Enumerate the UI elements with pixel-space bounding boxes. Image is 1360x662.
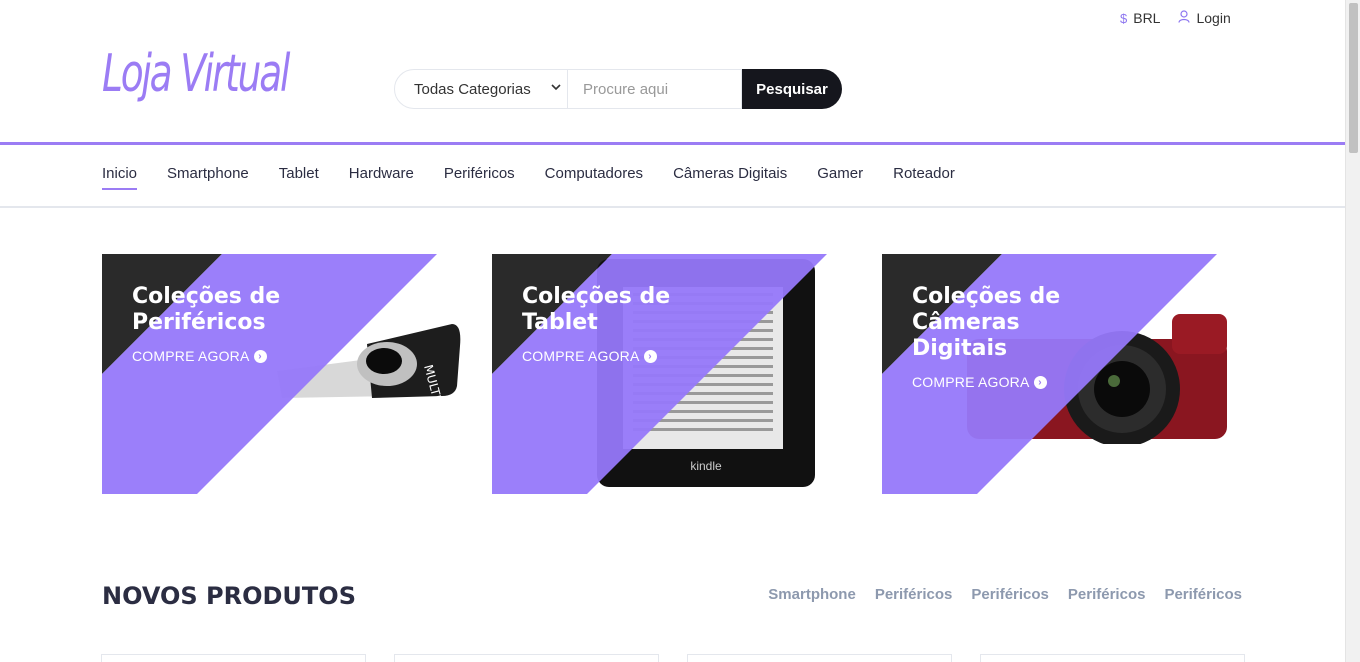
product-card[interactable] bbox=[687, 654, 952, 662]
main-navigation: Inicio Smartphone Tablet Hardware Perifé… bbox=[0, 145, 1345, 208]
new-products-tabs: Smartphone Periféricos Periféricos Perif… bbox=[768, 586, 1242, 603]
nav-item-inicio[interactable]: Inicio bbox=[102, 165, 138, 190]
collection-card-tablet[interactable]: kindle Coleções de Tablet COMPRE AGORA › bbox=[492, 254, 854, 494]
arrow-circle-right-icon: › bbox=[1033, 375, 1047, 389]
collection-card-perifericos[interactable]: MULTILASER Coleções de Periféricos COMPR… bbox=[102, 254, 464, 494]
product-card[interactable] bbox=[394, 654, 659, 662]
category-select[interactable]: Todas Categorias bbox=[394, 69, 568, 109]
tab-perifericos[interactable]: Periféricos bbox=[1068, 586, 1146, 603]
scrollbar-thumb[interactable] bbox=[1349, 3, 1358, 153]
search-bar: Todas Categorias Procure aqui Pesquisar bbox=[394, 69, 842, 109]
collection-title: Coleções de Periféricos bbox=[132, 284, 281, 335]
currency-label: BRL bbox=[1133, 10, 1161, 26]
tab-perifericos[interactable]: Periféricos bbox=[971, 586, 1049, 603]
search-button[interactable]: Pesquisar bbox=[742, 69, 842, 109]
tab-smartphone[interactable]: Smartphone bbox=[768, 586, 856, 603]
tab-perifericos[interactable]: Periféricos bbox=[875, 586, 953, 603]
chevron-down-icon bbox=[551, 82, 561, 95]
nav-item-tablet[interactable]: Tablet bbox=[279, 165, 319, 188]
dollar-icon: $ bbox=[1120, 10, 1128, 26]
user-icon bbox=[1178, 10, 1191, 26]
shop-now-link[interactable]: COMPRE AGORA › bbox=[132, 348, 267, 364]
arrow-circle-right-icon: › bbox=[643, 349, 657, 363]
nav-item-smartphone[interactable]: Smartphone bbox=[167, 165, 249, 188]
arrow-circle-right-icon: › bbox=[253, 349, 267, 363]
shop-now-link[interactable]: COMPRE AGORA › bbox=[522, 348, 657, 364]
top-bar: $ BRL Login bbox=[1120, 10, 1231, 26]
new-products-title: NOVOS PRODUTOS bbox=[102, 582, 356, 610]
product-card[interactable] bbox=[980, 654, 1245, 662]
nav-item-hardware[interactable]: Hardware bbox=[349, 165, 414, 188]
collection-title: Coleções de Tablet bbox=[522, 284, 671, 335]
nav-item-computadores[interactable]: Computadores bbox=[545, 165, 643, 188]
vertical-scrollbar[interactable] bbox=[1345, 0, 1360, 662]
nav-item-perifericos[interactable]: Periféricos bbox=[444, 165, 515, 188]
category-select-value: Todas Categorias bbox=[414, 80, 531, 98]
tab-perifericos[interactable]: Periféricos bbox=[1164, 586, 1242, 603]
collection-card-cameras[interactable]: Coleções de Câmeras Digitais COMPRE AGOR… bbox=[882, 254, 1244, 494]
nav-item-cameras-digitais[interactable]: Câmeras Digitais bbox=[673, 165, 787, 188]
shop-now-link[interactable]: COMPRE AGORA › bbox=[912, 374, 1047, 390]
nav-item-gamer[interactable]: Gamer bbox=[817, 165, 863, 188]
currency-link[interactable]: $ BRL bbox=[1120, 10, 1160, 26]
site-logo[interactable]: Loja Virtual bbox=[102, 44, 290, 104]
nav-item-roteador[interactable]: Roteador bbox=[893, 165, 955, 188]
login-label: Login bbox=[1196, 10, 1231, 26]
login-link[interactable]: Login bbox=[1178, 10, 1231, 26]
search-input[interactable]: Procure aqui bbox=[568, 69, 742, 109]
product-card[interactable] bbox=[101, 654, 366, 662]
collection-title: Coleções de Câmeras Digitais bbox=[912, 284, 1061, 361]
